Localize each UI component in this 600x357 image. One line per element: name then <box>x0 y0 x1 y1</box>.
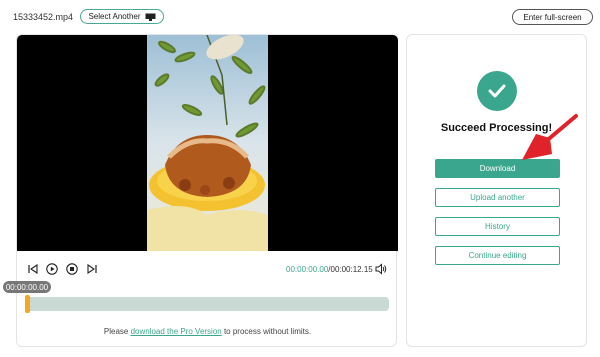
promo-suffix: to process without limits. <box>221 327 312 336</box>
volume-icon[interactable] <box>375 263 387 275</box>
download-pro-link[interactable]: download the Pro Version <box>131 327 222 336</box>
playback-controls: 00:00:00.00/00:00:12.15 <box>17 259 398 277</box>
select-another-button[interactable]: Select Another <box>80 9 164 24</box>
current-time: 00:00:00.00 <box>286 265 329 274</box>
skip-forward-icon[interactable] <box>86 263 98 275</box>
select-another-label: Select Another <box>88 12 141 21</box>
play-icon[interactable] <box>46 263 58 275</box>
success-check-icon <box>477 71 517 111</box>
red-arrow-annotation <box>522 114 578 160</box>
result-panel: Succeed Processing! Download Upload anot… <box>406 34 587 347</box>
monitor-icon <box>145 13 156 21</box>
file-name: 15333452.mp4 <box>13 12 74 22</box>
skip-back-icon[interactable] <box>27 263 39 275</box>
video-viewport[interactable] <box>17 35 398 251</box>
playhead-handle[interactable] <box>25 295 30 313</box>
video-frame <box>147 35 268 251</box>
timeline-track[interactable] <box>25 295 389 313</box>
enter-fullscreen-button[interactable]: Enter full-screen <box>512 9 593 25</box>
stop-icon[interactable] <box>66 263 78 275</box>
video-player: 00:00:00.00/00:00:12.15 00:00:00.00 Plea… <box>3 34 398 347</box>
promo-prefix: Please <box>103 327 131 336</box>
total-time: /00:00:12.15 <box>328 265 373 274</box>
history-button[interactable]: History <box>435 217 560 236</box>
upload-another-button[interactable]: Upload another <box>435 188 560 207</box>
playhead-time-badge: 00:00:00.00 <box>3 281 51 293</box>
continue-editing-button[interactable]: Continue editing <box>435 246 560 265</box>
pro-version-notice: Please download the Pro Version to proce… <box>17 327 398 336</box>
time-readout: 00:00:00.00/00:00:12.15 <box>286 265 373 274</box>
